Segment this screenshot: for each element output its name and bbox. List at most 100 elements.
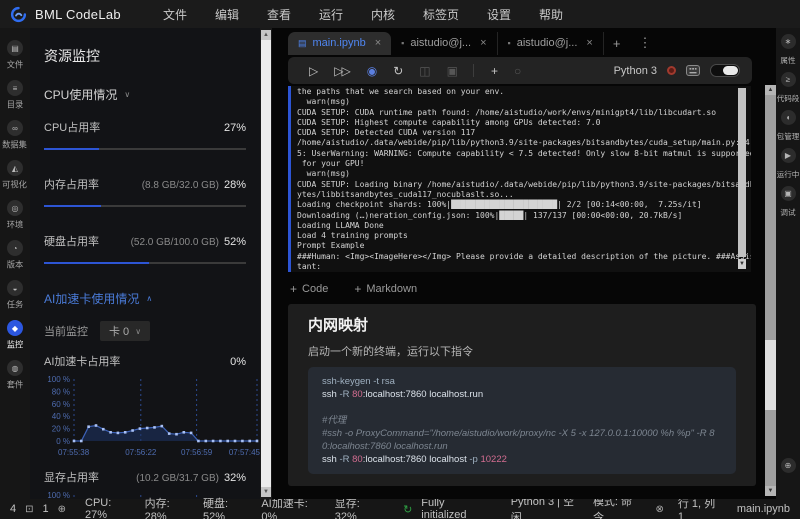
menu-item-2[interactable]: 查看	[267, 6, 291, 23]
settings-gear-icon[interactable]: ∗	[780, 34, 796, 49]
init-status: Fully initialized	[421, 497, 467, 519]
menubar: BML CodeLab 文件 编辑 查看 运行 内核 标签页 设置 帮助	[0, 0, 800, 28]
toolbar-buttons: ▷ ▷▷ ◉ ↻ ◫ ▣ + ○	[300, 64, 528, 78]
running-icon[interactable]: ▶	[780, 148, 796, 163]
menu-item-1[interactable]: 编辑	[215, 6, 239, 23]
scroll-down-icon[interactable]: ▼	[765, 486, 776, 496]
markdown-cell[interactable]: 内网映射 启动一个新的终端，运行以下指令 ssh-keygen -t rsa ss…	[288, 304, 756, 486]
circle-x-icon[interactable]: ⊗	[655, 504, 663, 515]
tab-more-button[interactable]: ⋮	[629, 31, 660, 55]
debug-icon[interactable]: ▣	[780, 186, 796, 201]
svg-text:07:55:38: 07:55:38	[58, 448, 90, 457]
close-icon[interactable]: ×	[583, 37, 592, 49]
md-heading: 内网映射	[308, 317, 369, 334]
code-line: ssh -R 80:localhost:7860 localhost.run	[322, 389, 484, 400]
menu-item-0[interactable]: 文件	[163, 6, 187, 23]
output-scrollbar-thumb[interactable]	[738, 88, 746, 257]
gauge-value: 28%	[223, 179, 246, 191]
terminal-icon: ▪	[507, 38, 511, 48]
scroll-up-icon[interactable]: ▲	[260, 30, 272, 40]
cpu-section-label: CPU使用情况	[44, 88, 118, 102]
menu-item-4[interactable]: 内核	[371, 6, 395, 23]
gauge-label: 内存占用率	[44, 179, 99, 191]
cell-output[interactable]: the paths that we search based on your e…	[288, 86, 751, 272]
sidebar-item-versions[interactable]: ◔ 版本	[6, 240, 24, 271]
editor-scrollbar[interactable]: ▲ ▼	[765, 85, 776, 496]
ai-section-toggle[interactable]: AI加速卡使用情况 ∧	[44, 290, 246, 307]
output-scrollbar[interactable]: ▼	[738, 88, 746, 269]
search-icon[interactable]: ⊕	[780, 458, 796, 473]
tab-label: aistudio@j...	[410, 37, 472, 49]
menu-item-5[interactable]: 标签页	[423, 6, 459, 23]
keyboard-icon[interactable]	[686, 65, 700, 76]
new-tab-button[interactable]: +	[604, 32, 630, 55]
notebook-toolbar: ▷ ▷▷ ◉ ↻ ◫ ▣ + ○ Python 3	[288, 57, 752, 84]
ai-gauge-value: 0%	[230, 356, 246, 368]
properties-icon[interactable]: ≥	[780, 72, 796, 87]
ai-gauge-label: AI加速卡占用率	[44, 356, 121, 368]
save-button[interactable]: ▣	[438, 64, 465, 78]
terminal-box-icon[interactable]: ⊡	[25, 504, 33, 515]
simple-mode-toggle[interactable]	[710, 64, 740, 77]
restart-kernel-button[interactable]: ↻	[384, 64, 410, 78]
menu-item-3[interactable]: 运行	[319, 6, 343, 23]
sidebar-item-datasets[interactable]: ∞ 数据集	[1, 120, 28, 151]
svg-text:07:57:45: 07:57:45	[229, 448, 260, 457]
status-metric: 硬盘: 52%	[202, 498, 229, 519]
run-cell-button[interactable]: ▷	[300, 64, 325, 78]
notebook-icon: ▤	[298, 37, 307, 48]
current-filename: main.ipynb	[736, 503, 791, 515]
version-icon: ◔	[6, 240, 23, 256]
menu-item-6[interactable]: 设置	[487, 6, 511, 23]
card-select-value: 卡 0	[109, 326, 130, 338]
tab-main-ipynb[interactable]: ▤ main.ipynb ×	[288, 32, 392, 55]
console-line: tant:	[297, 262, 322, 272]
resource-monitor-panel: 资源监控 CPU使用情况 ∨ CPU占用率 27% 内存占用率 (8.8 GB/32.…	[30, 28, 260, 499]
add-cell-button[interactable]: +	[482, 64, 505, 78]
restart-run-button[interactable]: ◉	[358, 64, 384, 78]
sidebar-item-outline[interactable]: ≡ 目录	[6, 80, 24, 111]
gauge-bar	[44, 205, 246, 207]
console-line: Loading LLAMA Done	[297, 220, 384, 230]
scroll-up-icon[interactable]: ▲	[765, 85, 776, 95]
editor-scrollbar-thumb[interactable]	[765, 339, 776, 410]
kernel-circle-icon[interactable]: ⊕	[58, 504, 66, 515]
sidebar-item-environment[interactable]: ◎ 环境	[6, 200, 24, 231]
gauge-bar-fill	[44, 262, 150, 264]
environment-icon: ◎	[6, 200, 23, 216]
svg-text:0 %: 0 %	[56, 437, 70, 446]
close-icon[interactable]: ×	[477, 37, 486, 49]
tab-aistudio-j---[interactable]: ▪ aistudio@j... ×	[498, 32, 604, 55]
sidebar-item-label: 可视化	[2, 180, 28, 190]
terminals-count-value: 4	[10, 503, 17, 515]
cpu-section-toggle[interactable]: CPU使用情况 ∨	[44, 86, 246, 103]
tab-aistudio-j---[interactable]: ▪ aistudio@j... ×	[391, 32, 498, 55]
console-line: CUDA SETUP: Detected CUDA version 117	[297, 128, 476, 138]
snippets-icon[interactable]: ◖	[780, 110, 796, 125]
md-paragraph: 启动一个新的终端，运行以下指令	[308, 346, 473, 358]
tab-label: main.ipynb	[312, 37, 366, 49]
panel-scrollbar-thumb[interactable]	[261, 40, 271, 487]
scroll-down-icon[interactable]: ▼	[738, 259, 746, 269]
gauge-1: 内存占用率 (8.8 GB/32.0 GB) 28%	[44, 176, 246, 207]
sidebar-item-visualization[interactable]: ◭ 可视化	[1, 160, 28, 191]
add-code-button[interactable]: + Code	[290, 282, 328, 296]
kernel-name[interactable]: Python 3	[614, 65, 657, 77]
close-icon[interactable]: ×	[372, 37, 381, 49]
interrupt-button[interactable]: ◫	[410, 64, 437, 78]
menu-item-7[interactable]: 帮助	[539, 6, 563, 23]
clear-output-button[interactable]: ○	[505, 64, 528, 78]
svg-text:60 %: 60 %	[52, 400, 70, 409]
scroll-down-icon[interactable]: ▼	[260, 487, 272, 497]
sidebar-item-files[interactable]: ▤ 文件	[6, 40, 24, 71]
sidebar-item-monitor[interactable]: ◆ 监控	[6, 320, 24, 351]
monitor-label: 当前监控	[44, 326, 88, 338]
sidebar-item-suites[interactable]: ◍ 套件	[6, 360, 24, 391]
left-activity-bar: ▤ 文件 ≡ 目录 ∞ 数据集 ◭ 可视化 ◎ 环境 ◔ 版本 ◒ 任务 ◆ 监控 ◍ 套件	[0, 28, 30, 499]
tab-bar: ▤ main.ipynb × ▪ aistudio@j... × ▪ aistudio@j..…	[288, 28, 776, 55]
sidebar-item-tasks[interactable]: ◒ 任务	[6, 280, 24, 311]
panel-scrollbar[interactable]: ▲ ▼	[260, 28, 272, 499]
add-markdown-button[interactable]: + Markdown	[354, 282, 417, 296]
run-all-button[interactable]: ▷▷	[325, 64, 357, 78]
card-select[interactable]: 卡 0 ∨	[100, 321, 151, 341]
